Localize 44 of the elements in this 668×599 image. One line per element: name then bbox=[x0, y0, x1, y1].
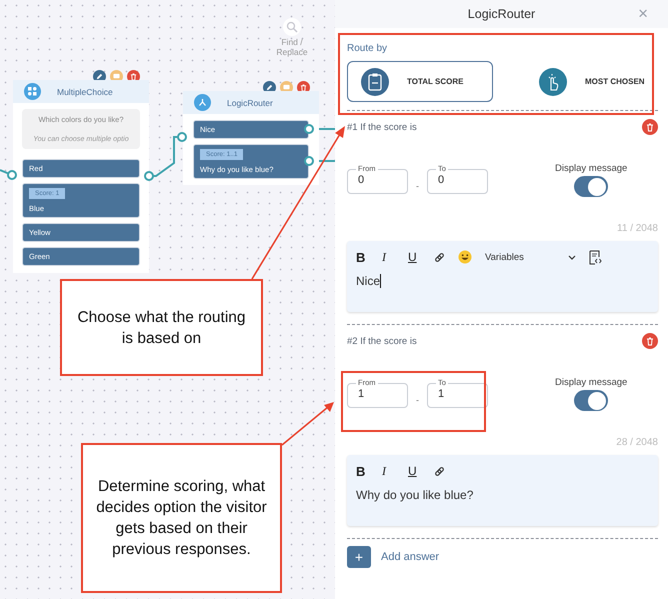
route-option[interactable]: TOTAL SCORE bbox=[347, 61, 493, 102]
code-icon[interactable] bbox=[588, 250, 602, 264]
underline-button[interactable]: U bbox=[408, 464, 434, 478]
chevron-icon[interactable] bbox=[568, 254, 576, 260]
link-icon[interactable] bbox=[434, 252, 445, 262]
callout-text: Choose what the routing is based on bbox=[76, 308, 247, 348]
italic-button[interactable]: I bbox=[382, 464, 408, 478]
trash-icon[interactable] bbox=[642, 119, 658, 135]
route-by-label: Route by bbox=[347, 43, 388, 54]
clipboard-icon bbox=[361, 68, 389, 96]
bold-button[interactable]: B bbox=[356, 250, 382, 264]
toggle-switch[interactable] bbox=[574, 176, 608, 197]
message-text: Nice bbox=[356, 274, 382, 288]
display-message-label: Display message bbox=[555, 377, 628, 388]
character-counter: 11 / 2048 bbox=[617, 223, 658, 234]
message-editor[interactable]: B I U Why do you like blue? bbox=[347, 455, 658, 526]
hand-pointer-icon bbox=[539, 68, 567, 96]
toggle-switch[interactable] bbox=[574, 390, 608, 411]
variables-dropdown[interactable]: Variables bbox=[485, 252, 576, 262]
callout-text: Determine scoring, what decides option the visitor gets based on their previous responses. bbox=[95, 477, 268, 560]
add-button[interactable]: + bbox=[347, 546, 371, 568]
message-text: Why do you like blue? bbox=[356, 488, 474, 502]
emoji-icon[interactable] bbox=[458, 250, 472, 264]
port-handle[interactable] bbox=[7, 170, 17, 180]
bold-button[interactable]: B bbox=[356, 464, 382, 478]
add-answer-link[interactable]: Add answer bbox=[381, 551, 440, 563]
character-counter: 28 / 2048 bbox=[616, 437, 658, 448]
range-separator: - bbox=[416, 181, 419, 191]
range-separator: - bbox=[416, 395, 419, 405]
port-handle[interactable] bbox=[177, 132, 187, 142]
underline-button[interactable]: U bbox=[408, 250, 434, 264]
panel-title: LogicRouter bbox=[468, 7, 536, 21]
display-message-label: Display message bbox=[555, 163, 628, 174]
link-icon[interactable] bbox=[434, 466, 445, 476]
message-editor[interactable]: B I U Variables Nice bbox=[347, 241, 658, 312]
port-handle[interactable] bbox=[144, 171, 154, 181]
rule-heading: #2 If the score is bbox=[347, 336, 417, 346]
rule-heading: #1 If the score is bbox=[347, 122, 417, 132]
grid-icon bbox=[24, 83, 41, 100]
node-title: MultipleChoice bbox=[57, 86, 113, 96]
branch-icon bbox=[194, 94, 211, 111]
italic-button[interactable]: I bbox=[382, 250, 408, 264]
node-title: LogicRouter bbox=[227, 98, 273, 108]
trash-icon[interactable] bbox=[642, 333, 658, 349]
